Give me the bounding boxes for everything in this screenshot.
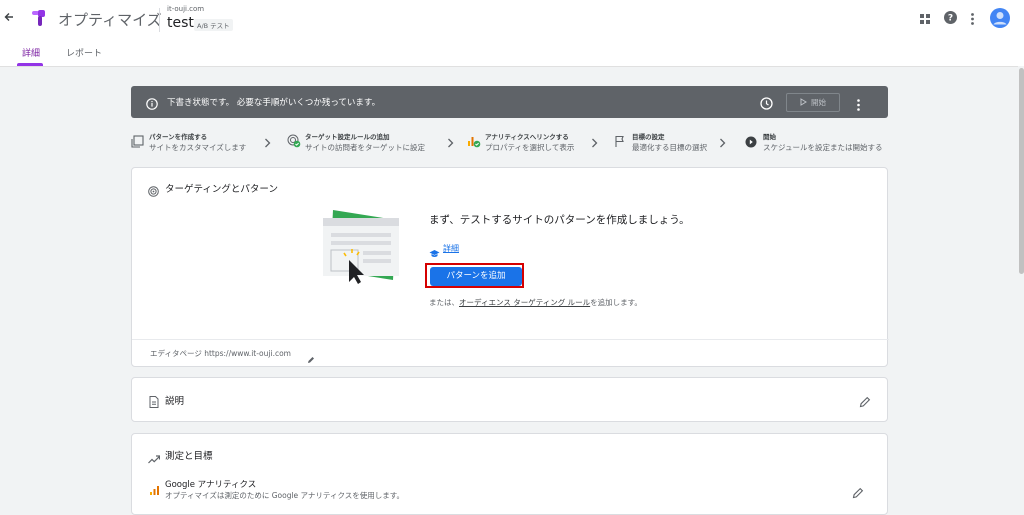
card-title: 説明 bbox=[165, 396, 185, 407]
draft-status-message: 下書き状態です。 必要な手順がいくつか残っています。 bbox=[167, 98, 381, 108]
svg-text:?: ? bbox=[948, 14, 953, 24]
tab-report[interactable]: レポート bbox=[66, 46, 102, 59]
banner-more-vert-icon[interactable] bbox=[856, 96, 861, 115]
google-analytics-description: オプティマイズは測定のために Google アナリティクスを使用します。 bbox=[165, 491, 404, 500]
chevron-right-icon bbox=[264, 138, 271, 151]
setup-steps: パターンを作成する サイトをカスタマイズします ターゲット設定ルールの追加 サイ… bbox=[131, 130, 888, 156]
info-icon bbox=[146, 95, 158, 114]
step-description: サイトの訪問者をターゲットに設定 bbox=[305, 143, 425, 152]
step-description: サイトをカスタマイズします bbox=[149, 143, 247, 152]
experiment-type-badge: A/B テスト bbox=[194, 19, 233, 31]
start-button[interactable]: 開始 bbox=[786, 93, 840, 112]
optimize-logo-icon bbox=[30, 9, 48, 31]
container-domain: it-ouji.com bbox=[167, 5, 205, 13]
card-title: 測定と目標 bbox=[165, 451, 213, 462]
chevron-right-icon bbox=[591, 138, 598, 151]
step-description: 最適化する目標の選択 bbox=[632, 143, 707, 152]
school-cap-icon bbox=[429, 243, 440, 262]
google-analytics-icon bbox=[150, 480, 159, 499]
help-icon[interactable]: ? bbox=[944, 9, 957, 28]
app-name: オプティマイズ bbox=[58, 11, 162, 29]
draft-status-banner: 下書き状態です。 必要な手順がいくつか残っています。 開始 bbox=[131, 86, 888, 118]
step-title: 目標の設定 bbox=[632, 133, 665, 141]
account-avatar-icon[interactable] bbox=[990, 8, 1010, 32]
tab-bar: 詳細 レポート bbox=[0, 38, 1024, 67]
chevron-right-icon bbox=[719, 138, 726, 151]
step-description: プロパティを選択して表示 bbox=[485, 143, 575, 152]
google-analytics-title: Google アナリティクス bbox=[165, 480, 257, 490]
play-icon bbox=[800, 95, 807, 112]
chevron-right-icon bbox=[447, 138, 454, 151]
step-title: アナリティクスへリンクする bbox=[485, 133, 569, 141]
step-title: 開始 bbox=[763, 133, 776, 141]
target-check-icon bbox=[287, 133, 301, 152]
analytics-check-icon bbox=[467, 133, 481, 152]
audience-targeting-hint: または、オーディエンス ターゲティング ルールを追加します。 bbox=[429, 297, 642, 308]
title-divider bbox=[159, 8, 160, 32]
pattern-icon bbox=[131, 133, 144, 152]
targeting-patterns-card: ターゲティングとパターン まず、テストするサイトのパターンを作成しましょう。 詳… bbox=[131, 167, 889, 368]
step-title: ターゲット設定ルールの追加 bbox=[305, 133, 390, 141]
apps-grid-icon[interactable] bbox=[920, 10, 931, 29]
hint-prefix: または、 bbox=[429, 298, 459, 307]
trending-up-icon bbox=[148, 449, 161, 468]
audience-targeting-rule-link[interactable]: オーディエンス ターゲティング ルール bbox=[459, 298, 590, 307]
start-button-label: 開始 bbox=[811, 98, 826, 107]
back-arrow-icon[interactable] bbox=[4, 11, 14, 26]
more-vert-icon[interactable] bbox=[970, 10, 975, 29]
learn-more-link[interactable]: 詳細 bbox=[443, 243, 459, 254]
description-card[interactable]: 説明 bbox=[131, 377, 888, 422]
play-circle-icon bbox=[745, 133, 757, 152]
highlight-box bbox=[425, 263, 524, 288]
create-pattern-heading: まず、テストするサイトのパターンを作成しましょう。 bbox=[429, 214, 690, 226]
edit-pencil-icon[interactable] bbox=[859, 393, 871, 412]
active-tab-indicator bbox=[17, 63, 43, 66]
document-icon bbox=[149, 393, 159, 412]
tab-details[interactable]: 詳細 bbox=[22, 46, 40, 59]
edit-pencil-icon[interactable] bbox=[852, 484, 864, 503]
step-description: スケジュールを設定または開始する bbox=[763, 143, 883, 152]
targeting-icon bbox=[148, 182, 159, 201]
hint-suffix: を追加します。 bbox=[590, 298, 642, 307]
scrollbar-thumb[interactable] bbox=[1019, 68, 1024, 274]
step-title: パターンを作成する bbox=[149, 133, 208, 141]
experiment-name[interactable]: test bbox=[167, 15, 194, 31]
editor-page-url: エディタページ https://www.it-ouji.com bbox=[150, 349, 291, 358]
top-bar: オプティマイズ it-ouji.com test A/B テスト ? bbox=[0, 0, 1024, 39]
schedule-clock-icon[interactable] bbox=[760, 95, 773, 114]
create-pattern-illustration bbox=[322, 208, 406, 288]
card-divider bbox=[132, 339, 889, 340]
flag-icon bbox=[614, 133, 626, 152]
measurement-goals-card: 測定と目標 Google アナリティクス オプティマイズは測定のために Goog… bbox=[131, 433, 888, 515]
edit-pencil-icon[interactable] bbox=[307, 349, 315, 368]
card-title: ターゲティングとパターン bbox=[165, 184, 278, 195]
